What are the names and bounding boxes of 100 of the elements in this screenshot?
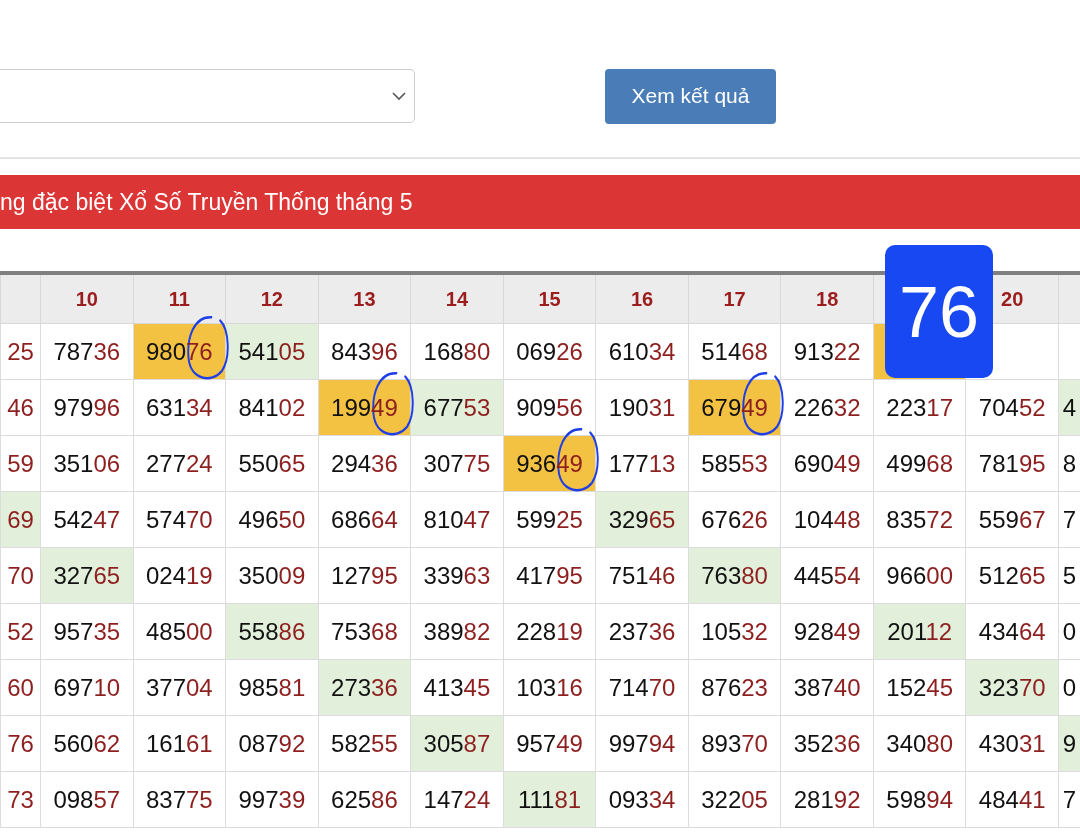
column-header: 11 <box>168 287 190 310</box>
column-header: 18 <box>816 287 839 310</box>
table-cell: 11181 <box>503 771 596 828</box>
table-cell: 98581 <box>225 659 319 716</box>
table-cell: 20112 <box>873 603 966 660</box>
table-cell: 27724 <box>133 435 226 492</box>
table-cell: 41795 <box>503 547 596 604</box>
table-cell: 90956 <box>503 379 596 436</box>
table-cell: 55886 <box>225 603 319 660</box>
table-cell: 84102 <box>225 379 319 436</box>
table-cell: 73 <box>0 771 41 828</box>
table-cell: 51265 <box>965 547 1059 604</box>
table-cell: 97996 <box>40 379 134 436</box>
table-cell: 28192 <box>780 771 874 828</box>
table-cell: 68664 <box>318 491 411 548</box>
table-cell: 75368 <box>318 603 411 660</box>
table-cell: 41345 <box>410 659 504 716</box>
table-cell: 10532 <box>688 603 781 660</box>
table-cell: 49968 <box>873 435 966 492</box>
select-field[interactable] <box>0 69 415 123</box>
table-cell: 14724 <box>410 771 504 828</box>
table-cell: 08792 <box>225 715 319 772</box>
table-cell: 70452 <box>965 379 1059 436</box>
table-cell: 12795 <box>318 547 411 604</box>
table-cell: 87623 <box>688 659 781 716</box>
table-cell: 17713 <box>595 435 689 492</box>
table-cell: 38740 <box>780 659 874 716</box>
table-cell: 61034 <box>595 323 689 380</box>
table-cell: 37704 <box>133 659 226 716</box>
table-cell: 38982 <box>410 603 504 660</box>
table-cell: 56062 <box>40 715 134 772</box>
table-cell: 46 <box>0 379 41 436</box>
table-cell: 70 <box>0 547 41 604</box>
column-header: 12 <box>260 287 283 310</box>
table-cell: 16161 <box>133 715 226 772</box>
table-cell: 58255 <box>318 715 411 772</box>
table-cell: 55967 <box>965 491 1059 548</box>
table-cell: 59894 <box>873 771 966 828</box>
table-cell: 49650 <box>225 491 319 548</box>
column-header: 16 <box>630 287 654 310</box>
column-header: 20 <box>1001 287 1024 310</box>
table-cell: 83775 <box>133 771 226 828</box>
column-header: 14 <box>445 287 469 310</box>
table-cell: 22632 <box>780 379 874 436</box>
table-cell: 55065 <box>225 435 319 492</box>
table-cell: 96600 <box>873 547 966 604</box>
table-cell: 58553 <box>688 435 781 492</box>
table-cell: 35236 <box>780 715 874 772</box>
table-cell: 33963 <box>410 547 504 604</box>
table-cell: 35106 <box>40 435 134 492</box>
table-cell: 89370 <box>688 715 781 772</box>
table-cell: 91322 <box>780 323 874 380</box>
banner-title: ng đặc biệt Xổ Số Truyền Thống tháng 5 <box>0 175 1080 229</box>
table-cell: 76 <box>0 715 41 772</box>
table-cell: 32370 <box>965 659 1059 716</box>
table-cell: 69049 <box>780 435 874 492</box>
table-cell: 30775 <box>410 435 504 492</box>
table-cell: 63134 <box>133 379 226 436</box>
table-cell: 51468 <box>688 323 781 380</box>
table-cell: 43031 <box>965 715 1059 772</box>
column-header: 15 <box>538 287 561 310</box>
table-cell: 78195 <box>965 435 1059 492</box>
table-cell: 92849 <box>780 603 874 660</box>
table-cell: 09334 <box>595 771 689 828</box>
table-cell: 67626 <box>688 491 781 548</box>
table-cell: 67753 <box>410 379 504 436</box>
table-cell: 48500 <box>133 603 226 660</box>
table-cell: 09857 <box>40 771 134 828</box>
table-cell: 22819 <box>503 603 596 660</box>
table-cell: 57470 <box>133 491 226 548</box>
column-header: 17 <box>723 287 746 310</box>
table-cell: 32765 <box>40 547 134 604</box>
table-cell: 30587 <box>410 715 504 772</box>
table-cell: 76380 <box>688 547 781 604</box>
table-cell: 84396 <box>318 323 411 380</box>
table-cell: 99739 <box>225 771 319 828</box>
table-cell: 78736 <box>40 323 134 380</box>
table-cell: 35009 <box>225 547 319 604</box>
table-cell: 95735 <box>40 603 134 660</box>
table-cell: 25 <box>0 323 41 380</box>
table-cell: 27336 <box>318 659 411 716</box>
table-cell: 02419 <box>133 547 226 604</box>
table-cell: 81047 <box>410 491 504 548</box>
table-cell: 54105 <box>225 323 319 380</box>
table-cell: 16880 <box>410 323 504 380</box>
table-cell: 69 <box>0 491 41 548</box>
table-cell: 52 <box>0 603 41 660</box>
table-cell: 44554 <box>780 547 874 604</box>
table-cell: 60 <box>0 659 41 716</box>
number-badge: 76 <box>885 245 993 378</box>
view-results-button[interactable]: Xem kết quả <box>605 68 776 124</box>
table-cell: 43464 <box>965 603 1059 660</box>
table-cell: 75146 <box>595 547 689 604</box>
table-cell: 15245 <box>873 659 966 716</box>
table-cell: 62586 <box>318 771 411 828</box>
table-cell: 83572 <box>873 491 966 548</box>
table-cell: 32205 <box>688 771 781 828</box>
table-cell: 34080 <box>873 715 966 772</box>
table-cell: 29436 <box>318 435 411 492</box>
table-cell: 71470 <box>595 659 689 716</box>
